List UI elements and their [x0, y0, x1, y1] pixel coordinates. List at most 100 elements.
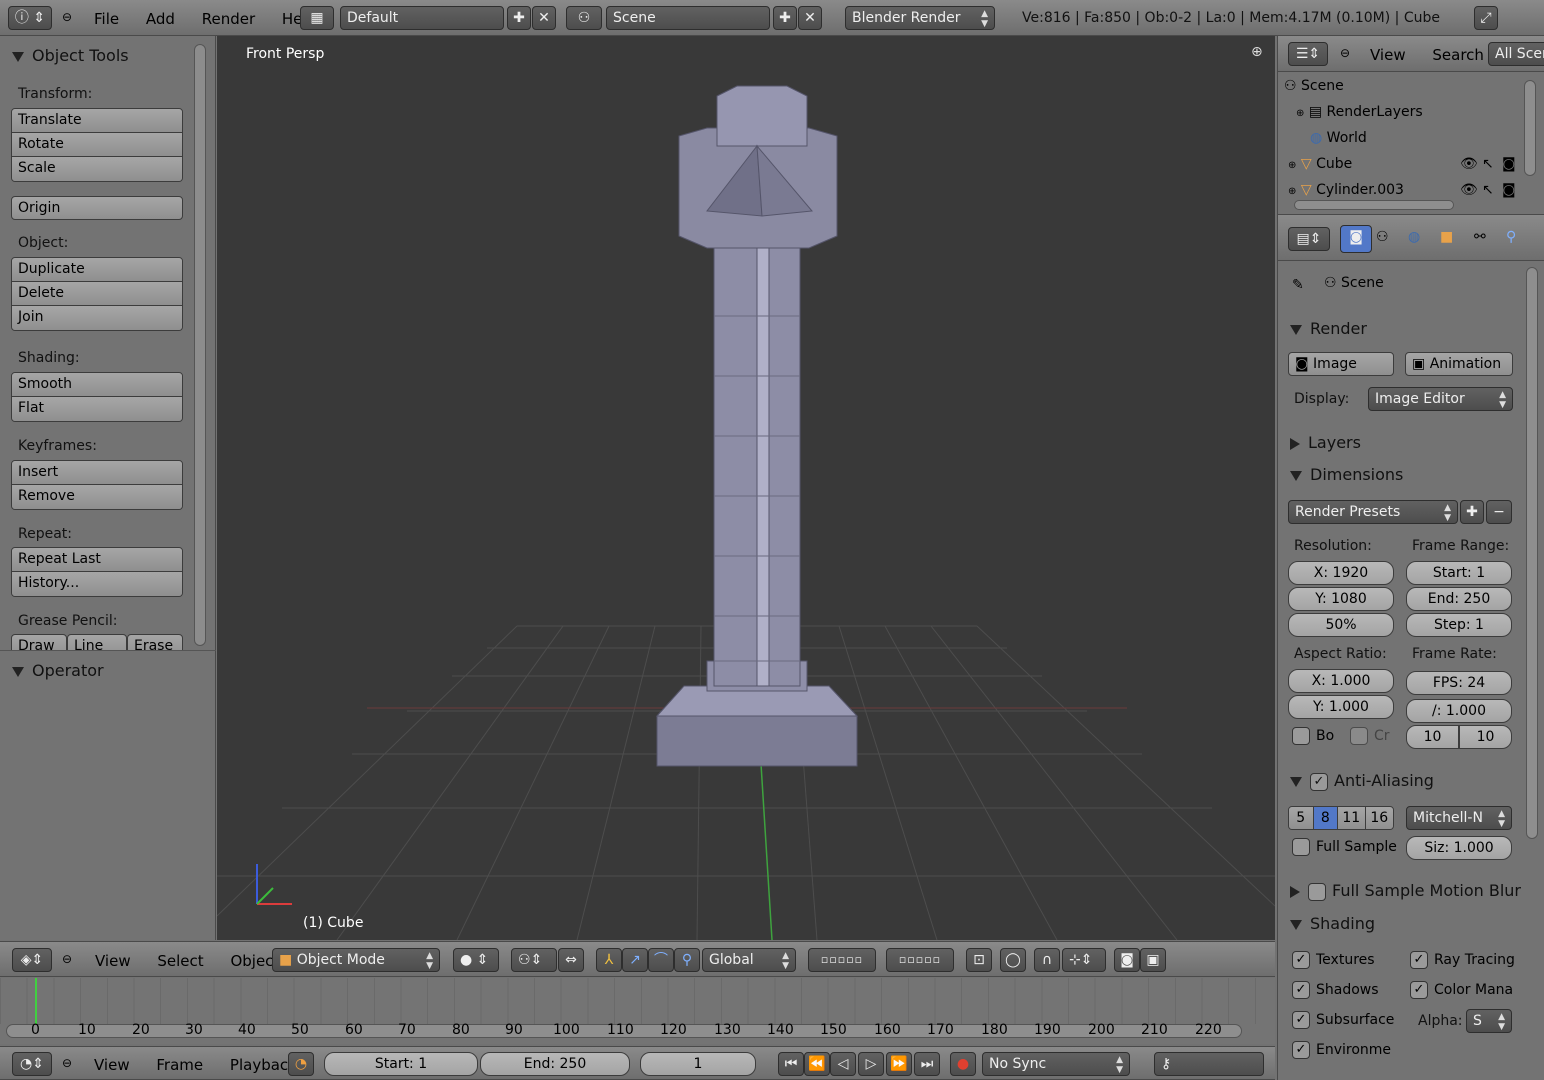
layout-type-button[interactable]: ▦ — [300, 6, 334, 30]
3d-viewport[interactable]: Front Persp (1) Cube ⊕ — [217, 36, 1275, 940]
jump-end-button[interactable]: ⏭ — [914, 1052, 940, 1076]
snap-toggle[interactable]: ∩ — [1034, 948, 1060, 972]
viewport-corner-plus-icon[interactable]: ⊕ — [1251, 44, 1263, 60]
display-select[interactable]: Image Editor ▲ ▼ — [1368, 387, 1513, 411]
duplicate-button[interactable]: Duplicate — [12, 258, 182, 282]
viewport-shading-select[interactable]: ● ⇕ — [453, 948, 499, 972]
fps-field[interactable]: FPS: 24 — [1406, 671, 1512, 695]
frame-step-field[interactable]: Step: 1 — [1406, 613, 1512, 637]
delete-button[interactable]: Delete — [12, 282, 182, 306]
manipulator-toggle[interactable]: ⇔ — [558, 948, 584, 972]
ray-tracing-checkbox[interactable]: ✓ Ray Tracing — [1410, 951, 1515, 969]
environment-checkbox[interactable]: ✓ Environme — [1292, 1041, 1391, 1059]
menu-frame[interactable]: Frame — [156, 1056, 203, 1074]
outliner-hscrollbar[interactable] — [1294, 200, 1454, 210]
aspect-y-field[interactable]: Y: 1.000 — [1288, 695, 1394, 719]
editor-type-outliner-button[interactable]: ☰⇕ — [1288, 42, 1328, 66]
time-remap-old-field[interactable]: 10 — [1406, 725, 1459, 749]
outliner-row-scene[interactable]: ⚇ Scene — [1284, 78, 1344, 94]
record-button[interactable]: ● — [950, 1052, 976, 1076]
orientation-select[interactable]: Global ▲ ▼ — [702, 948, 796, 972]
editor-type-3d-button[interactable]: ◈⇕ — [12, 948, 52, 972]
shadows-checkbox[interactable]: ✓ Shadows — [1292, 981, 1379, 999]
pivot-point-select[interactable]: ⚇⇕ — [511, 948, 557, 972]
filter-size-field[interactable]: Siz: 1.000 — [1406, 836, 1512, 860]
resolution-x-field[interactable]: X: 1920 — [1288, 561, 1394, 585]
insert-keyframe-button[interactable]: Insert — [12, 461, 182, 485]
checkbox-checked-icon[interactable]: ✓ — [1310, 772, 1328, 791]
outliner-row-renderlayers[interactable]: ⊕ ▤ RenderLayers — [1296, 104, 1423, 120]
frame-start-field[interactable]: Start: 1 — [1406, 561, 1512, 585]
current-frame-field[interactable]: 1 — [640, 1052, 756, 1076]
full-sample-checkbox[interactable]: Full Sample — [1292, 838, 1397, 856]
sync-mode-select[interactable]: No Sync ▲ ▼ — [982, 1052, 1130, 1076]
play-reverse-button[interactable]: ◁ — [830, 1052, 856, 1076]
layers-panel-header[interactable]: Layers — [1290, 433, 1361, 452]
constraints-context-tab[interactable]: ⚯ — [1474, 229, 1486, 245]
layout-select[interactable]: Default — [340, 6, 504, 30]
preset-add-button[interactable]: ✚ — [1460, 500, 1484, 524]
repeat-last-button[interactable]: Repeat Last — [12, 548, 182, 572]
visibility-eye-icon[interactable]: 👁 — [1460, 156, 1478, 172]
outliner-row-cylinder[interactable]: ⊕ ▽ Cylinder.003 — [1288, 182, 1404, 198]
render-presets-select[interactable]: Render Presets ▲ ▼ — [1288, 500, 1458, 524]
outliner-row-world[interactable]: ◍ World — [1310, 130, 1367, 146]
dimensions-panel-header[interactable]: Dimensions — [1290, 465, 1403, 484]
color-management-checkbox[interactable]: ✓ Color Mana — [1410, 981, 1513, 999]
collapse-menu-icon[interactable]: ⊖ — [62, 1056, 72, 1070]
fps-base-field[interactable]: /: 1.000 — [1406, 699, 1512, 723]
lock-layer-button[interactable]: ⊡ — [966, 948, 992, 972]
scale-tool[interactable]: ⚲ — [674, 948, 700, 972]
aa-sample-8[interactable]: 8 — [1313, 807, 1339, 829]
outliner-vscrollbar[interactable] — [1524, 80, 1536, 176]
render-still-button[interactable]: ◙ — [1114, 948, 1140, 972]
flat-button[interactable]: Flat — [12, 397, 182, 421]
aa-sample-11[interactable]: 11 — [1338, 807, 1366, 829]
menu-render[interactable]: Render — [202, 10, 255, 28]
editor-type-timeline-button[interactable]: ◔⇕ — [12, 1052, 52, 1076]
aa-sample-16[interactable]: 16 — [1365, 807, 1393, 829]
select-cursor-icon[interactable]: ↖ — [1482, 182, 1494, 198]
collapse-menu-icon[interactable]: ⊖ — [1340, 46, 1350, 60]
scale-manipulator[interactable]: ⌒ — [648, 948, 674, 972]
editor-type-properties-button[interactable]: ▤⇕ — [1288, 227, 1330, 251]
select-cursor-icon[interactable]: ↖ — [1482, 156, 1494, 172]
scene-remove-button[interactable]: ✕ — [798, 6, 822, 30]
render-camera-icon[interactable]: ◙ — [1502, 182, 1516, 198]
menu-view[interactable]: View — [95, 952, 131, 970]
menu-view[interactable]: View — [1370, 46, 1406, 64]
menu-select[interactable]: Select — [157, 952, 203, 970]
translate-manipulator[interactable]: ⅄ — [596, 948, 622, 972]
pin-icon[interactable]: ✎ — [1292, 277, 1304, 293]
jump-keyframe-forward-button[interactable]: ⏩ — [886, 1052, 912, 1076]
tool-shelf-scrollbar[interactable] — [194, 44, 206, 646]
timeline-area[interactable]: 0 10 20 30 40 50 60 70 80 90 100 110 120… — [0, 978, 1275, 1044]
jump-keyframe-back-button[interactable]: ⏪ — [804, 1052, 830, 1076]
textures-checkbox[interactable]: ✓ Textures — [1292, 951, 1375, 969]
shading-panel-header[interactable]: Shading — [1290, 914, 1375, 933]
outliner-row-cube[interactable]: ⊕ ▽ Cube — [1288, 156, 1352, 172]
menu-search[interactable]: Search — [1432, 46, 1484, 64]
properties-scrollbar[interactable] — [1526, 267, 1538, 839]
resolution-y-field[interactable]: Y: 1080 — [1288, 587, 1394, 611]
scene-type-button[interactable]: ⚇ — [566, 6, 602, 30]
collapse-menu-icon[interactable]: ⊖ — [62, 10, 72, 24]
time-remap-new-field[interactable]: 10 — [1459, 725, 1512, 749]
scene-select[interactable]: Scene — [606, 6, 770, 30]
border-checkbox[interactable]: Bo — [1292, 727, 1334, 745]
current-frame-marker[interactable] — [35, 978, 37, 1024]
scene-add-button[interactable]: ✚ — [773, 6, 797, 30]
collapse-menu-icon[interactable]: ⊖ — [62, 952, 72, 966]
menu-view[interactable]: View — [94, 1056, 130, 1074]
layers-grid-2[interactable]: ▫▫▫▫▫ — [886, 948, 954, 972]
menu-playback[interactable]: Playback — [230, 1056, 297, 1074]
aa-filter-select[interactable]: Mitchell-N ▲ ▼ — [1406, 806, 1512, 830]
history-button[interactable]: History... — [12, 572, 182, 596]
play-button[interactable]: ▷ — [858, 1052, 884, 1076]
visibility-eye-icon[interactable]: 👁 — [1460, 182, 1478, 198]
line-button[interactable]: Line — [67, 634, 127, 650]
render-camera-icon[interactable]: ◙ — [1502, 156, 1516, 172]
object-context-tab[interactable]: ■ — [1440, 229, 1453, 245]
editor-type-info-button[interactable]: ⓘ ⇕ — [8, 6, 52, 30]
object-mode-select[interactable]: ■ Object Mode ▲ ▼ — [272, 948, 440, 972]
